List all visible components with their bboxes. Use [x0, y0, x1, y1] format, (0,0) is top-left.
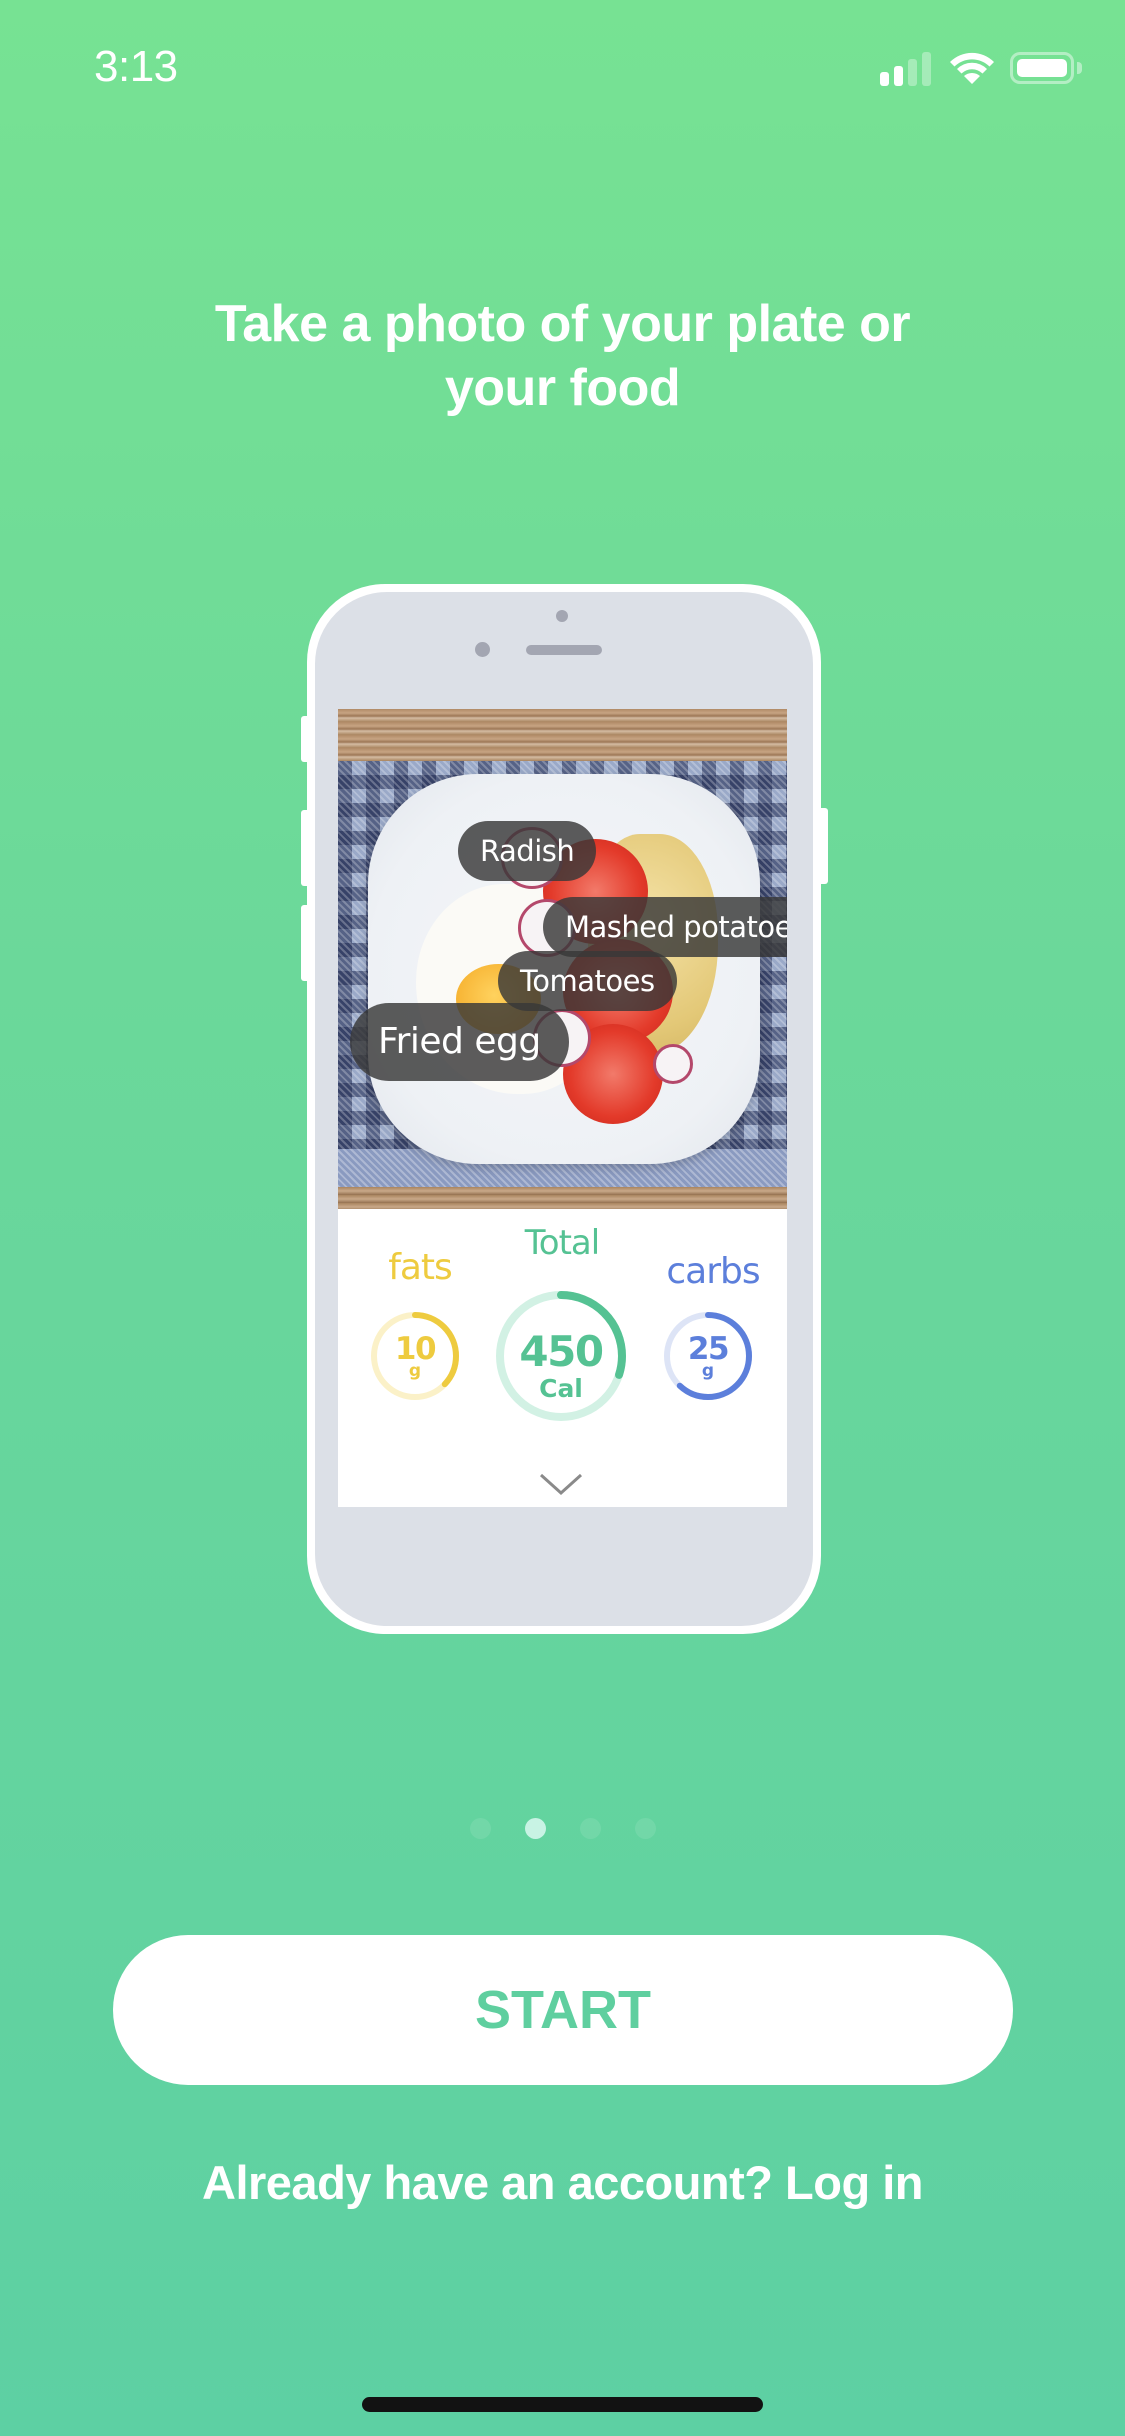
food-photo: Radish Mashed potatoes Tomatoes Fried eg…: [338, 709, 787, 1209]
page-dot-3[interactable]: [579, 1818, 601, 1839]
phone-power-button: [820, 808, 828, 884]
food-tag-radish: Radish: [458, 821, 597, 881]
page-dot-2-active[interactable]: [524, 1818, 546, 1839]
page-dot-1[interactable]: [469, 1818, 491, 1839]
phone-camera-icon: [556, 610, 568, 622]
food-tag-tomatoes: Tomatoes: [498, 951, 677, 1011]
wifi-icon: [950, 52, 994, 84]
start-button[interactable]: START: [113, 1935, 1013, 2085]
fats-unit: g: [408, 1361, 422, 1381]
battery-tip: [1077, 62, 1082, 74]
photo-radish-slice: [653, 1044, 693, 1084]
status-time: 3:13: [94, 42, 178, 91]
food-tag-mashed-potatoes: Mashed potatoes: [543, 897, 787, 957]
phone-speaker-icon: [526, 645, 602, 655]
chevron-down-icon: [539, 1473, 583, 1496]
photo-wood-table-bottom: [338, 1187, 787, 1209]
food-tag-fried-egg: Fried egg: [350, 1003, 569, 1081]
headline-line-2: your food: [444, 359, 681, 417]
headline-line-1: Take a photo of your plate or: [214, 295, 911, 353]
carbs-unit: g: [701, 1361, 715, 1381]
battery-icon: [1010, 52, 1074, 84]
onboarding-headline: Take a photo of your plate or your food: [150, 292, 975, 420]
photo-wood-table: [338, 709, 787, 761]
total-unit: Cal: [539, 1374, 583, 1403]
page-indicator: [0, 1818, 1125, 1840]
page-dot-4[interactable]: [634, 1818, 656, 1839]
phone-sensor-icon: [475, 642, 490, 657]
total-label: Total: [524, 1223, 600, 1263]
cellular-signal-icon: [880, 52, 936, 86]
login-link[interactable]: Already have an account? Log in: [100, 2155, 1025, 2210]
home-indicator[interactable]: [362, 2397, 763, 2412]
status-bar: 3:13: [0, 0, 1125, 140]
total-value: 450: [519, 1327, 604, 1376]
macro-summary: fats Total carbs 10 g 450 Cal 25 g: [338, 1209, 787, 1507]
phone-screen: Radish Mashed potatoes Tomatoes Fried eg…: [338, 709, 787, 1507]
carbs-label: carbs: [666, 1251, 760, 1292]
fats-label: fats: [388, 1247, 453, 1288]
